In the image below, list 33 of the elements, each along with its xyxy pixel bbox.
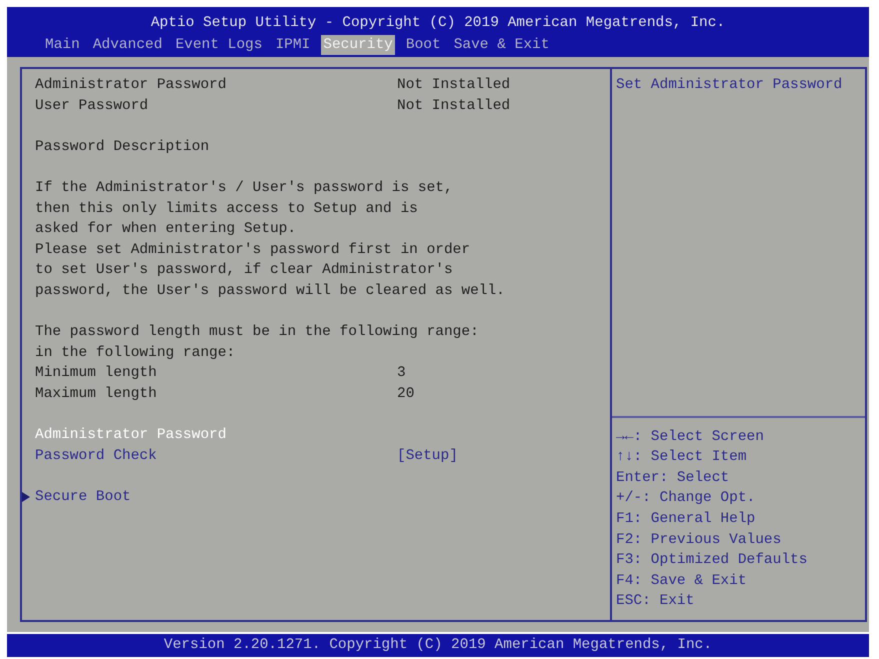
triangle-icon: [22, 492, 30, 502]
key-help-text: F4: Save & Exit: [616, 572, 748, 591]
menu-tab[interactable]: IPMI: [273, 35, 312, 55]
key-help-text: ↑↓: Select Item: [616, 448, 748, 468]
menu-item[interactable]: Password Check: [35, 446, 157, 466]
description-text: The password length must be in the following range: in the following range:: [35, 323, 479, 363]
setting-value: 3: [397, 364, 406, 384]
setting-label: User Password: [35, 96, 148, 116]
window-title: Aptio Setup Utility - Copyright (C) 2019 American Megatrends, Inc.: [150, 14, 726, 32]
menu-tab[interactable]: Advanced: [90, 35, 164, 55]
help-text: Set Administrator Password: [616, 76, 844, 95]
description-text: If the Administrator's / User's password is set, then this only limits access to Setup and is asked for when entering Setup. Please set Administrator's password first in order to set User's password, if clear Administrator's password, the User's password will be cleared as well.: [35, 178, 505, 301]
setting-label: Administrator Password: [35, 76, 226, 95]
key-help-text: Enter: Select: [616, 468, 730, 488]
setting-value: Not Installed: [397, 76, 510, 95]
key-help-text: →←: Select Screen: [616, 428, 765, 447]
menu-tab[interactable]: Event Logs: [173, 35, 264, 55]
status-bar: Version 2.20.1271. Copyright (C) 2019 American Megatrends, Inc.: [7, 634, 869, 657]
menu-tab[interactable]: Boot: [404, 35, 443, 55]
key-help-text: +/-: Change Opt.: [616, 489, 756, 508]
key-help-text: F1: General Help: [616, 510, 756, 530]
menu-tab[interactable]: Main: [43, 35, 82, 55]
key-help-text: F2: Previous Values: [616, 530, 782, 550]
key-help-text: ESC: Exit: [616, 592, 696, 612]
section-heading: Password Description: [35, 138, 210, 157]
setting-label: Maximum length: [35, 384, 157, 404]
key-help-text: F3: Optimized Defaults: [616, 551, 808, 570]
option-value[interactable]: [Setup]: [397, 446, 458, 466]
setting-value: 20: [397, 384, 414, 404]
menu-tab[interactable]: Save & Exit: [452, 35, 552, 55]
setting-value: Not Installed: [397, 96, 510, 116]
submenu-item[interactable]: Secure Boot: [35, 486, 131, 508]
setting-label: Minimum length: [35, 364, 157, 384]
